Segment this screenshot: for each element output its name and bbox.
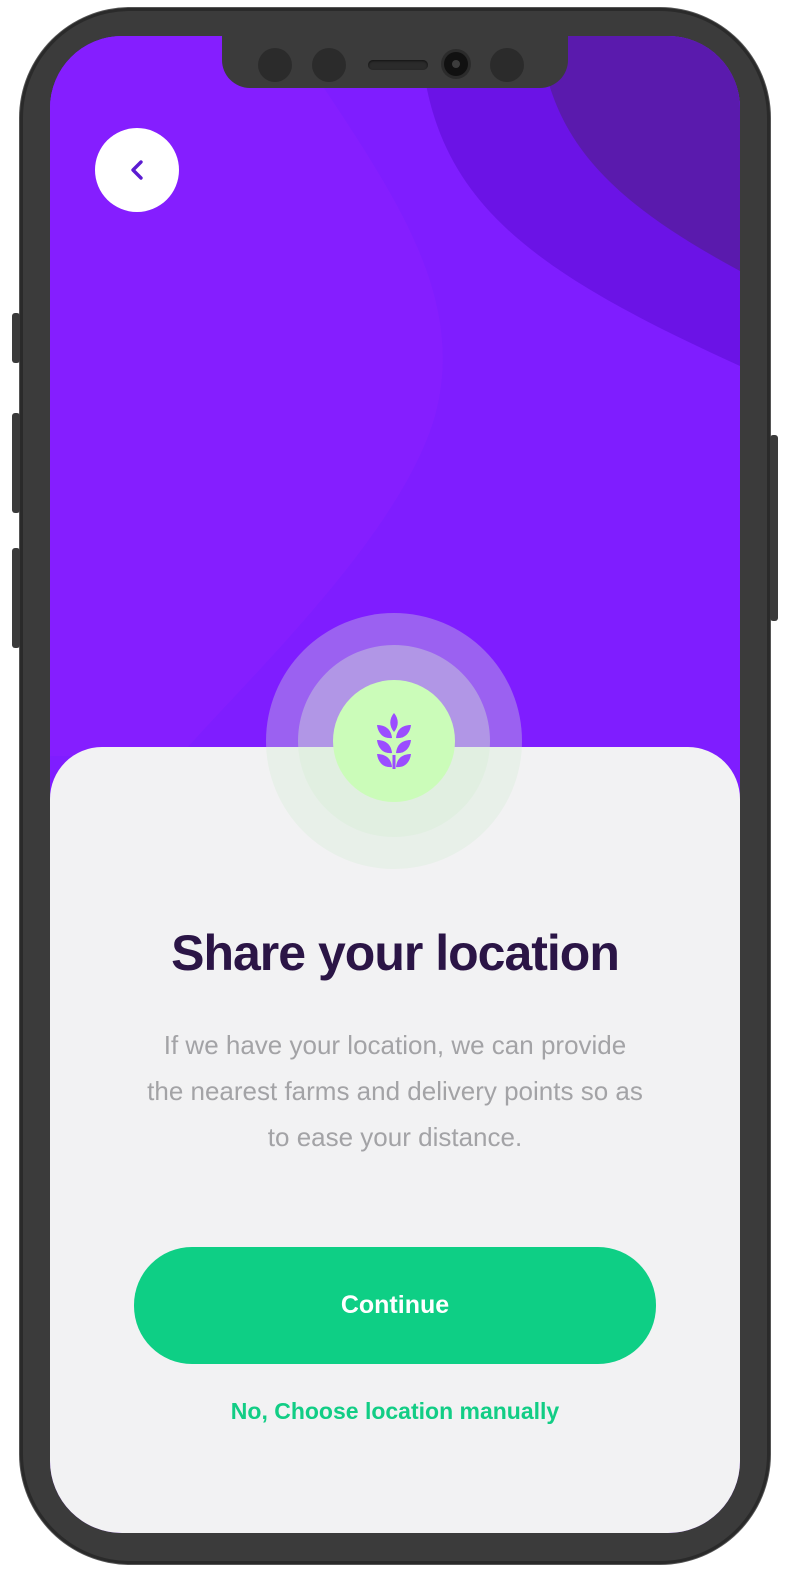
sensor-dot (490, 48, 524, 82)
sensor-dot (258, 48, 292, 82)
location-pulse (266, 613, 522, 869)
brand-badge (333, 680, 455, 802)
power-button (770, 435, 778, 621)
front-camera (444, 52, 468, 76)
phone-notch (222, 36, 568, 88)
volume-up-button (12, 413, 20, 513)
continue-button[interactable]: Continue (134, 1247, 656, 1364)
sensor-dot (312, 48, 346, 82)
page-title: Share your location (171, 925, 620, 981)
app-screen: Share your location If we have your loca… (50, 36, 740, 1533)
volume-down-button (12, 548, 20, 648)
mute-switch (12, 313, 20, 363)
chevron-left-icon (131, 160, 143, 180)
earpiece-speaker (368, 60, 428, 70)
description-text: If we have your location, we can provide… (147, 1030, 643, 1152)
choose-location-manually-link[interactable]: No, Choose location manually (50, 1398, 740, 1425)
back-button[interactable] (95, 128, 179, 212)
wheat-icon (377, 713, 411, 769)
